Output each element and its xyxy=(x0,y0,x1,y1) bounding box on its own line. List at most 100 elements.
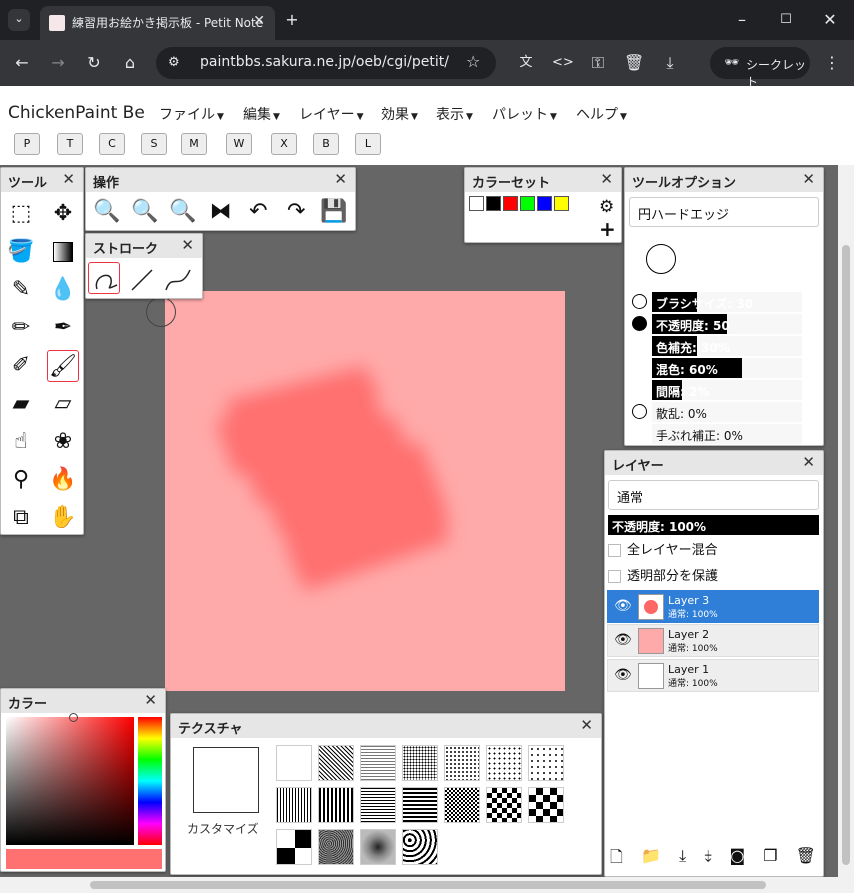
pressure-toggle-icon[interactable] xyxy=(632,294,647,309)
hotkey-button-7[interactable]: B xyxy=(313,133,339,155)
hotkey-button-1[interactable]: T xyxy=(57,133,83,155)
back-icon[interactable]: ← xyxy=(12,53,32,73)
eye-icon[interactable]: 👁 xyxy=(614,632,632,648)
vertical-scrollbar[interactable] xyxy=(838,165,854,877)
burn-icon[interactable]: 🔥 xyxy=(47,464,79,496)
texture-noise-2[interactable] xyxy=(360,829,396,865)
freehand-stroke-icon[interactable] xyxy=(88,262,120,294)
tool-option-row[interactable]: 色補充: 30% xyxy=(631,335,803,357)
menu-4[interactable]: 表示 ▼ xyxy=(436,104,473,124)
horizontal-scroll-thumb[interactable] xyxy=(90,881,766,889)
soft-eraser-icon[interactable]: ▱ xyxy=(47,388,79,420)
curve-stroke-icon[interactable] xyxy=(160,262,192,294)
trash-icon[interactable]: 🗑 xyxy=(624,53,644,73)
hotkey-button-3[interactable]: S xyxy=(141,133,167,155)
texture-dots-2[interactable] xyxy=(444,745,480,781)
undo-icon[interactable]: ↶ xyxy=(243,196,273,228)
texture-checker-medium[interactable] xyxy=(486,787,522,823)
layer-row[interactable]: 👁 Layer 1 通常: 100% xyxy=(607,659,819,692)
smudge-icon[interactable]: ☝ xyxy=(5,426,37,458)
redo-icon[interactable]: ↷ xyxy=(281,196,311,228)
pencil-icon[interactable]: ✏ xyxy=(5,312,37,344)
close-icon[interactable]: ✕ xyxy=(600,170,613,188)
hand-icon[interactable]: ✋ xyxy=(47,502,79,534)
hue-slider[interactable] xyxy=(138,717,162,845)
drawing-canvas[interactable] xyxy=(165,291,565,691)
duplicate-layer-icon[interactable]: ❐ xyxy=(763,846,777,873)
layer-row[interactable]: 👁 Layer 2 通常: 100% xyxy=(607,624,819,657)
texture-dots-1[interactable] xyxy=(402,745,438,781)
pressure-toggle-icon[interactable] xyxy=(632,404,647,419)
dodge-icon[interactable]: ⚲ xyxy=(5,464,37,496)
close-icon[interactable]: ✕ xyxy=(802,453,815,471)
tool-option-slider[interactable]: ブラシサイズ: 30 xyxy=(652,292,802,312)
close-icon[interactable]: ✕ xyxy=(580,716,593,734)
gradient-icon[interactable] xyxy=(47,236,79,268)
texture-fine-grid[interactable] xyxy=(360,745,396,781)
new-layer-icon[interactable]: 🗋 xyxy=(610,846,623,873)
vertical-scroll-thumb[interactable] xyxy=(842,245,850,865)
tab-search-icon[interactable]: ⌄ xyxy=(8,9,30,31)
merge-down-icon[interactable]: ⤓ xyxy=(679,846,686,873)
texture-hlines-1[interactable] xyxy=(360,787,396,823)
menu-1[interactable]: 編集 ▼ xyxy=(243,104,280,124)
merge-all-checkbox[interactable] xyxy=(608,544,621,557)
tool-option-slider[interactable]: 色補充: 30% xyxy=(652,336,802,356)
fill-bucket-icon[interactable]: 🪣 xyxy=(5,236,37,268)
tool-option-slider[interactable]: 混色: 60% xyxy=(652,358,802,378)
color-swatch[interactable] xyxy=(554,196,569,211)
browser-tab[interactable]: 練習用お絵かき掲示板 - Petit Note ✕ xyxy=(40,6,275,40)
eraser-icon[interactable]: ▰ xyxy=(5,388,37,420)
transform-icon[interactable]: ⧉ xyxy=(5,502,37,534)
close-icon[interactable]: ✕ xyxy=(334,170,347,188)
watercolor-brush-icon[interactable]: 🖌 xyxy=(47,350,79,382)
color-swatch[interactable] xyxy=(537,196,552,211)
texture-hlines-2[interactable] xyxy=(402,787,438,823)
menu-5[interactable]: パレット ▼ xyxy=(492,104,557,124)
layer-row[interactable]: 👁 Layer 3 通常: 100% xyxy=(607,590,819,623)
tool-option-slider[interactable]: 手ぶれ補正: 0% xyxy=(652,424,802,444)
line-stroke-icon[interactable] xyxy=(124,262,156,294)
zoom-100-icon[interactable]: 🔍 xyxy=(168,196,198,228)
texture-none[interactable] xyxy=(276,745,312,781)
brush-select[interactable]: 円ハードエッジ xyxy=(629,197,819,227)
layer-opacity-slider[interactable]: 不透明度: 100% xyxy=(608,515,819,535)
texture-vlines-2[interactable] xyxy=(318,787,354,823)
texture-noise-1[interactable] xyxy=(318,829,354,865)
airbrush-icon[interactable]: ✐ xyxy=(5,350,37,382)
tool-option-slider[interactable]: 間隔: 2% xyxy=(652,380,802,400)
delete-layer-icon[interactable]: 🗑 xyxy=(796,846,816,873)
pressure-toggle-icon[interactable] xyxy=(632,316,647,331)
close-icon[interactable]: ✕ xyxy=(62,170,75,188)
address-bar[interactable]: ⚙ paintbbs.sakura.ne.jp/oeb/cgi/petit/ ☆ xyxy=(156,47,496,79)
home-icon[interactable]: ⌂ xyxy=(120,53,140,73)
blender-icon[interactable]: ❀ xyxy=(47,426,79,458)
tool-option-row[interactable]: ブラシサイズ: 30 xyxy=(631,291,803,313)
move-icon[interactable]: ✥ xyxy=(47,198,79,230)
hotkey-button-2[interactable]: C xyxy=(99,133,125,155)
save-icon[interactable]: 💾 xyxy=(319,196,349,228)
color-swatch[interactable] xyxy=(469,196,484,211)
browser-menu-icon[interactable]: ⋮ xyxy=(822,53,842,73)
hotkey-button-8[interactable]: L xyxy=(355,133,381,155)
zoom-out-icon[interactable]: 🔍 xyxy=(130,196,160,228)
new-tab-icon[interactable]: + xyxy=(282,10,302,30)
merge-all-option[interactable]: 全レイヤー混合 xyxy=(608,539,718,558)
tool-option-row[interactable]: 混色: 60% xyxy=(631,357,803,379)
texture-dots-3[interactable] xyxy=(486,745,522,781)
menu-0[interactable]: ファイル ▼ xyxy=(159,104,224,124)
saturation-value-picker[interactable] xyxy=(6,717,134,845)
zoom-in-icon[interactable]: 🔍 xyxy=(92,196,122,228)
blend-mode-select[interactable]: 通常 xyxy=(608,480,819,510)
custom-texture-preview[interactable] xyxy=(193,747,259,813)
download-icon[interactable]: ⤓ xyxy=(660,53,680,73)
eye-icon[interactable]: 👁 xyxy=(614,598,632,614)
hotkey-button-6[interactable]: X xyxy=(271,133,297,155)
close-icon[interactable]: ✕ xyxy=(181,236,194,254)
maximize-icon[interactable]: ☐ xyxy=(778,10,794,30)
close-icon[interactable]: ✕ xyxy=(802,170,815,188)
close-tab-icon[interactable]: ✕ xyxy=(253,13,265,29)
menu-2[interactable]: レイヤー ▼ xyxy=(299,104,364,124)
add-swatch-icon[interactable]: + xyxy=(599,219,616,239)
hotkey-button-4[interactable]: M xyxy=(181,133,207,155)
